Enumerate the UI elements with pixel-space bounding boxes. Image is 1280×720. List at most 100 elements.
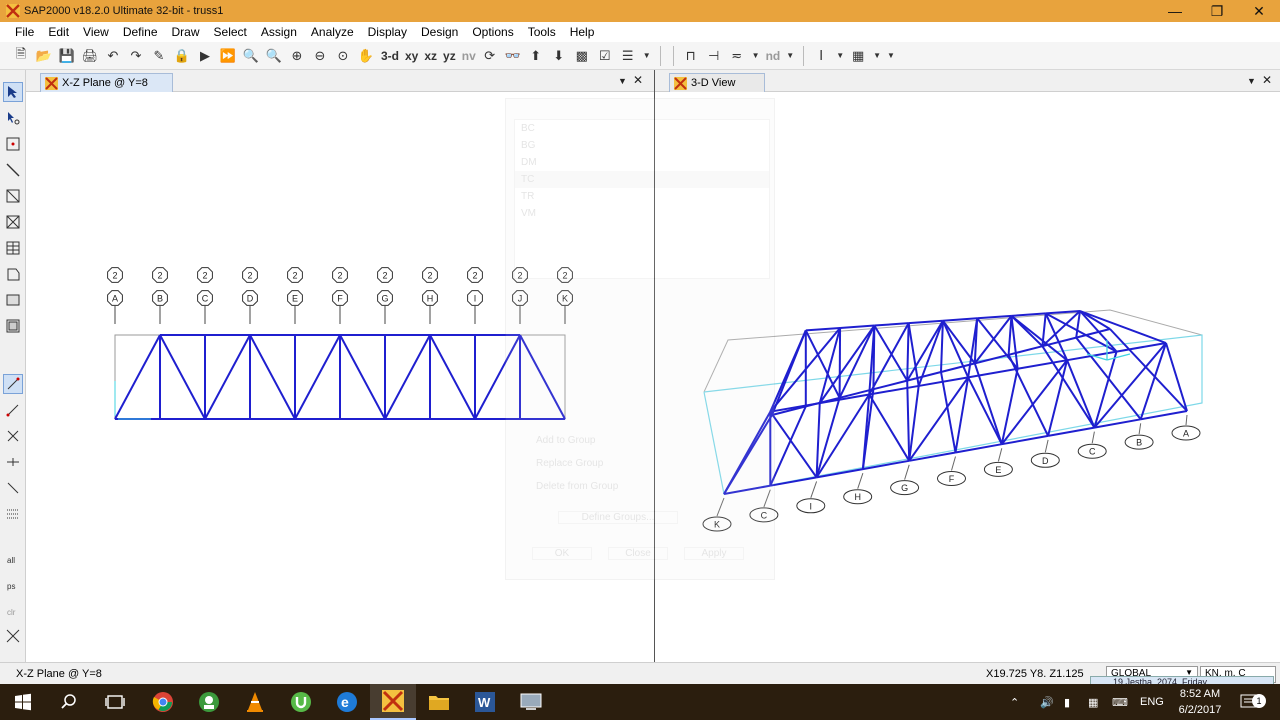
previous-selection-icon[interactable]: ps: [3, 574, 23, 594]
move-down-icon[interactable]: ⬇: [548, 45, 570, 67]
restore-icon[interactable]: ❐: [1196, 0, 1238, 22]
view-3d-button[interactable]: 3-d: [378, 49, 402, 63]
refresh-icon[interactable]: ✎: [148, 45, 170, 67]
app-green-icon[interactable]: [186, 684, 232, 720]
menu-draw[interactable]: Draw: [165, 22, 207, 42]
device-app-icon[interactable]: [508, 684, 554, 720]
snap-intersection-icon[interactable]: [3, 426, 23, 446]
chevron-down-icon[interactable]: ▼: [752, 51, 760, 60]
vlc-icon[interactable]: [232, 684, 278, 720]
minimize-icon[interactable]: —: [1154, 0, 1196, 22]
run-now-icon[interactable]: ⏩: [217, 45, 239, 67]
open-icon[interactable]: 📂: [33, 45, 55, 67]
run-analysis-icon[interactable]: ▶: [194, 45, 216, 67]
view-xz-button[interactable]: xz: [421, 49, 440, 63]
show-hidden-icons[interactable]: ⌃: [1010, 684, 1019, 720]
view-yz-button[interactable]: yz: [440, 49, 459, 63]
menu-help[interactable]: Help: [563, 22, 602, 42]
set-display-icon[interactable]: ▩: [571, 45, 593, 67]
tab-3d-view[interactable]: 3-D View: [669, 73, 765, 92]
select-all-icon[interactable]: all: [3, 548, 23, 568]
zoom-in-icon[interactable]: ⊕: [286, 45, 308, 67]
pointer-icon[interactable]: [3, 82, 23, 102]
view-nv-button[interactable]: nv: [459, 49, 479, 63]
windows-start-icon[interactable]: [0, 684, 46, 720]
chevron-down-icon[interactable]: ▼: [873, 51, 881, 60]
search-icon[interactable]: [46, 684, 92, 720]
tab-xz-plane[interactable]: X-Z Plane @ Y=8: [40, 73, 173, 92]
options-icon[interactable]: ☰: [617, 45, 639, 67]
quick-draw-frame-icon[interactable]: [3, 186, 23, 206]
assign-spring-icon[interactable]: ≂: [726, 45, 748, 67]
task-view-icon[interactable]: [92, 684, 138, 720]
section-icon[interactable]: Ⅰ: [810, 45, 832, 67]
pane-close-icon[interactable]: ✕: [1262, 73, 1272, 87]
word-icon[interactable]: W: [462, 684, 508, 720]
snap-points-icon[interactable]: [3, 374, 23, 394]
zoom-window-icon[interactable]: 🔍: [240, 45, 262, 67]
edge-icon[interactable]: e: [324, 684, 370, 720]
rotate-icon[interactable]: ⟳: [479, 45, 501, 67]
volume-icon[interactable]: 🔊: [1040, 684, 1054, 720]
system-clock[interactable]: 8:52 AM 6/2/2017: [1170, 686, 1230, 718]
zoom-full-icon[interactable]: ⊙: [332, 45, 354, 67]
draw-rect-area-icon[interactable]: [3, 290, 23, 310]
reshape-icon[interactable]: [3, 108, 23, 128]
save-icon[interactable]: 💾: [56, 45, 78, 67]
close-icon[interactable]: ✕: [1238, 0, 1280, 22]
view-xy-button[interactable]: xy: [402, 49, 421, 63]
nd-button[interactable]: nd: [763, 49, 784, 63]
chevron-down-icon[interactable]: ▼: [887, 51, 895, 60]
pan-icon[interactable]: ✋: [355, 45, 377, 67]
quick-draw-braces-icon[interactable]: [3, 212, 23, 232]
language-indicator[interactable]: ENG: [1140, 684, 1164, 720]
snap-perpendicular-icon[interactable]: [3, 452, 23, 472]
chevron-down-icon[interactable]: ▼: [836, 51, 844, 60]
sap2000-taskbar-icon[interactable]: [370, 684, 416, 720]
quick-draw-secondary-icon[interactable]: [3, 238, 23, 258]
zoom-restore-icon[interactable]: 🔍: [263, 45, 285, 67]
battery-icon[interactable]: ▮: [1064, 684, 1070, 720]
assign-restraint-icon[interactable]: ⊓: [680, 45, 702, 67]
assign-frame-icon[interactable]: ⊣: [703, 45, 725, 67]
check-icon[interactable]: ☑: [594, 45, 616, 67]
zoom-out-icon[interactable]: ⊖: [309, 45, 331, 67]
clear-selection-icon[interactable]: clr: [3, 600, 23, 620]
chevron-down-icon[interactable]: ▼: [643, 51, 651, 60]
utorrent-icon[interactable]: [278, 684, 324, 720]
snap-ends-icon[interactable]: [3, 400, 23, 420]
quick-draw-area-icon[interactable]: [3, 316, 23, 336]
menu-display[interactable]: Display: [361, 22, 414, 42]
menu-edit[interactable]: Edit: [41, 22, 76, 42]
lock-icon[interactable]: 🔒: [171, 45, 193, 67]
draw-joint-icon[interactable]: [3, 134, 23, 154]
menu-view[interactable]: View: [76, 22, 116, 42]
draw-poly-area-icon[interactable]: [3, 264, 23, 284]
display-options-icon[interactable]: ▦: [847, 45, 869, 67]
perspective-icon[interactable]: 👓: [502, 45, 524, 67]
new-model-icon[interactable]: 🗎: [10, 45, 32, 67]
menu-select[interactable]: Select: [207, 22, 254, 42]
chevron-down-icon[interactable]: ▼: [786, 51, 794, 60]
draw-frame-icon[interactable]: [3, 160, 23, 180]
intersecting-line-select-icon[interactable]: [3, 626, 23, 646]
file-explorer-icon[interactable]: [416, 684, 462, 720]
snap-line-icon[interactable]: [3, 478, 23, 498]
menu-options[interactable]: Options: [465, 22, 520, 42]
pane-menu-chevron-icon[interactable]: ▼: [618, 76, 627, 86]
menu-file[interactable]: File: [8, 22, 41, 42]
network-icon[interactable]: ▦: [1088, 684, 1098, 720]
chrome-icon[interactable]: [140, 684, 186, 720]
menu-define[interactable]: Define: [116, 22, 165, 42]
snap-grid-icon[interactable]: [3, 504, 23, 524]
menu-assign[interactable]: Assign: [254, 22, 304, 42]
menu-tools[interactable]: Tools: [521, 22, 563, 42]
print-icon[interactable]: 🖨: [79, 45, 101, 67]
keyboard-icon[interactable]: ⌨: [1112, 684, 1128, 720]
redo-icon[interactable]: ↷: [125, 45, 147, 67]
pane-close-icon[interactable]: ✕: [633, 73, 643, 87]
undo-icon[interactable]: ↶: [102, 45, 124, 67]
menu-analyze[interactable]: Analyze: [304, 22, 361, 42]
pane-menu-chevron-icon[interactable]: ▼: [1247, 76, 1256, 86]
menu-design[interactable]: Design: [414, 22, 465, 42]
